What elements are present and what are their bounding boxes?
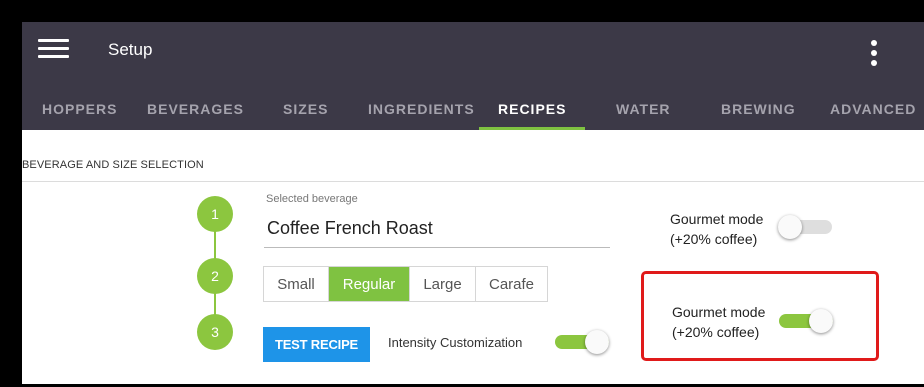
gourmet-mode-title-highlighted: Gourmet mode [672,304,766,320]
size-large-button[interactable]: Large [410,267,476,301]
tab-hoppers[interactable]: HOPPERS [42,101,117,117]
gourmet-mode-subtitle-highlighted: (+20% coffee) [672,324,760,340]
hamburger-menu-icon[interactable] [38,39,69,59]
size-small-button[interactable]: Small [264,267,329,301]
gourmet-mode-subtitle: (+20% coffee) [670,231,758,247]
selected-beverage-field[interactable]: Coffee French Roast [267,218,433,239]
page-title: Setup [108,40,153,59]
step-3-indicator: 3 [197,314,233,350]
tab-sizes[interactable]: SIZES [283,101,328,117]
tab-ingredients[interactable]: INGREDIENTS [368,101,475,117]
app-window: Setup HOPPERS BEVERAGES SIZES INGREDIENT… [22,22,924,384]
active-tab-indicator [479,127,585,130]
gourmet-mode-label: Gourmet mode (+20% coffee) [670,209,763,249]
size-carafe-button[interactable]: Carafe [476,267,547,301]
size-selector: Small Regular Large Carafe [263,266,548,302]
size-regular-button[interactable]: Regular [329,267,410,301]
tab-water[interactable]: WATER [616,101,671,117]
intensity-customization-toggle[interactable] [553,328,613,356]
tab-brewing[interactable]: BREWING [721,101,796,117]
test-recipe-button[interactable]: TEST RECIPE [263,327,370,362]
tab-recipes[interactable]: RECIPES [498,101,566,117]
selected-beverage-underline [264,247,610,248]
gourmet-mode-title: Gourmet mode [670,211,764,227]
selected-beverage-label: Selected beverage [266,193,358,205]
app-bar: Setup HOPPERS BEVERAGES SIZES INGREDIENT… [22,22,924,130]
intensity-customization-label: Intensity Customization [388,335,523,350]
gourmet-mode-toggle-on[interactable] [777,307,837,335]
more-vert-icon[interactable] [868,38,880,68]
step-1-indicator: 1 [197,196,233,232]
tab-advanced[interactable]: ADVANCED [830,101,916,117]
tab-beverages[interactable]: BEVERAGES [147,101,244,117]
step-2-indicator: 2 [197,258,233,294]
gourmet-mode-label-highlighted: Gourmet mode (+20% coffee) [672,302,765,342]
gourmet-mode-toggle-off[interactable] [776,213,836,241]
section-divider [22,181,924,182]
section-title: BEVERAGE AND SIZE SELECTION [22,159,204,171]
screenshot-frame: Setup HOPPERS BEVERAGES SIZES INGREDIENT… [0,0,924,387]
